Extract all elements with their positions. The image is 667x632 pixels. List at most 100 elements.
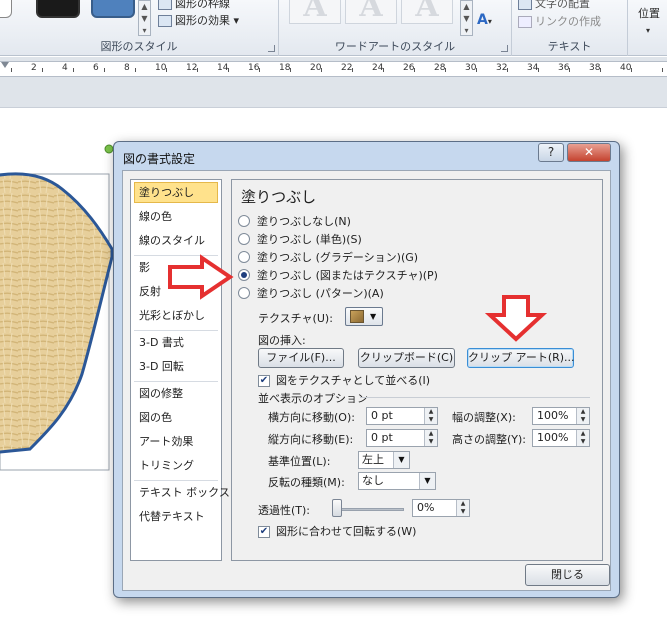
alignment-select[interactable]: 左上 ▼ <box>358 451 410 469</box>
mirror-type-label: 反転の種類(M): <box>268 476 345 489</box>
radio-gradient-fill[interactable] <box>238 251 250 263</box>
texture-label: テクスチャ(U): <box>258 312 333 325</box>
transparency-slider-track[interactable] <box>338 508 404 511</box>
transparency-input[interactable]: 0% ▲ ▼ <box>412 499 470 517</box>
ruler-number: 16 <box>248 63 260 73</box>
close-x-button[interactable]: ✕ <box>567 143 611 162</box>
text-group-label: テキスト <box>547 40 592 53</box>
fill-option-picture-texture[interactable]: 塗りつぶし (図またはテクスチャ)(P) <box>238 267 438 283</box>
spinner-arrows-icon[interactable]: ▲ ▼ <box>424 408 437 424</box>
clipart-button[interactable]: クリップ アート(R)... <box>467 348 575 368</box>
mirror-type-select[interactable]: なし ▼ <box>358 472 436 490</box>
file-button[interactable]: ファイル(F)... <box>258 348 344 368</box>
ruler-number: 4 <box>62 63 68 73</box>
ribbon-group-text: 文字の配置 リンクの作成 テキスト <box>512 0 628 56</box>
category-alt-text[interactable]: 代替テキスト <box>134 506 218 527</box>
category-line-color[interactable]: 線の色 <box>134 206 218 227</box>
horizontal-ruler[interactable]: 2 4 6 8 10 12 14 16 18 20 22 24 26 28 30 32 34 36 38 40 <box>0 61 667 77</box>
ruler-tick <box>42 68 43 72</box>
scale-y-input[interactable]: 100% ▲ ▼ <box>532 429 590 447</box>
scale-y-label: 高さの調整(Y): <box>452 433 527 446</box>
shape-style-swatch-white[interactable] <box>0 0 12 18</box>
ruler-number: 22 <box>341 63 353 73</box>
rotate-with-shape-row[interactable]: ✔ 図形に合わせて回転する(W) <box>258 523 416 539</box>
radio-no-fill[interactable] <box>238 215 250 227</box>
category-3d-format[interactable]: 3-D 書式 <box>134 332 218 353</box>
wordart-styles-launcher-icon[interactable] <box>501 45 508 52</box>
indent-marker-icon[interactable] <box>1 62 9 68</box>
scale-x-label: 幅の調整(X): <box>452 411 516 424</box>
category-picture-corrections[interactable]: 図の修整 <box>134 383 218 404</box>
spinner-arrows-icon[interactable]: ▲ ▼ <box>576 408 589 424</box>
fill-option-gradient[interactable]: 塗りつぶし (グラデーション)(G) <box>238 249 418 265</box>
shape-style-swatch-black[interactable] <box>36 0 80 18</box>
wordart-style-3[interactable]: A <box>401 0 453 24</box>
wordart-gallery-scroll[interactable]: ▲ ▼ ▾ <box>460 0 473 36</box>
fill-option-pattern[interactable]: 塗りつぶし (パターン)(A) <box>238 285 384 301</box>
fill-option-none[interactable]: 塗りつぶしなし(N) <box>238 213 351 229</box>
ruler-number: 24 <box>372 63 384 73</box>
section-divider <box>360 397 590 398</box>
ribbon-group-wordart-styles: A A A ▲ ▼ ▾ A▾ ワードアートのスタイル <box>279 0 512 56</box>
shape-outline-command[interactable]: 図形の枠線 <box>158 0 230 11</box>
category-separator <box>134 330 218 331</box>
category-list: 塗りつぶし 線の色 線のスタイル 影 反射 光彩とぼかし 3-D 書式 3-D … <box>130 179 230 561</box>
category-3d-rotation[interactable]: 3-D 回転 <box>134 356 218 377</box>
format-picture-dialog: 図の書式設定 ? ✕ 塗りつぶし 線の色 線のスタイル 影 反射 光彩とぼかし … <box>113 141 620 598</box>
ruler-number: 6 <box>93 63 99 73</box>
rotate-with-shape-checkbox[interactable]: ✔ <box>258 526 270 538</box>
red-right-arrow-icon <box>168 254 234 300</box>
position-command[interactable]: 位置 <box>638 5 660 21</box>
ruler-number: 32 <box>496 63 508 73</box>
category-text-box[interactable]: テキスト ボックス <box>134 482 230 503</box>
radio-solid-fill[interactable] <box>238 233 250 245</box>
spinner-arrows-icon[interactable]: ▲ ▼ <box>424 430 437 446</box>
red-down-arrow-icon <box>484 295 548 342</box>
shape-style-gallery-scroll[interactable]: ▲ ▼ ▾ <box>138 0 151 36</box>
rotation-handle-icon[interactable] <box>104 144 114 154</box>
category-line-style[interactable]: 線のスタイル <box>134 230 218 251</box>
ruler-number: 18 <box>279 63 291 73</box>
close-icon: ✕ <box>583 145 595 159</box>
shape-outline-icon <box>158 0 172 10</box>
shape-styles-launcher-icon[interactable] <box>268 45 275 52</box>
category-crop[interactable]: トリミング <box>134 455 218 476</box>
chevron-down-icon: ▼ <box>419 473 435 489</box>
clipboard-button[interactable]: クリップボード(C) <box>358 348 455 368</box>
text-effects-a-icon[interactable]: A▾ <box>477 12 492 28</box>
radio-picture-texture-fill[interactable] <box>238 269 250 281</box>
shape-style-swatch-blue[interactable] <box>91 0 135 18</box>
wordart-style-1[interactable]: A <box>289 0 341 24</box>
spinner-arrows-icon[interactable]: ▲ ▼ <box>576 430 589 446</box>
category-picture-color[interactable]: 図の色 <box>134 407 218 428</box>
tile-checkbox-row[interactable]: ✔ 図をテクスチャとして並べる(I) <box>258 372 430 388</box>
close-button[interactable]: 閉じる <box>525 564 610 586</box>
category-glow-soft-edges[interactable]: 光彩とぼかし <box>134 305 218 326</box>
shape-effects-command[interactable]: 図形の効果 ▾ <box>158 12 239 28</box>
radio-pattern-fill[interactable] <box>238 287 250 299</box>
texture-dropdown[interactable]: ▼ <box>345 307 383 326</box>
fill-option-solid[interactable]: 塗りつぶし (単色)(S) <box>238 231 362 247</box>
category-separator <box>134 480 218 481</box>
text-align-command[interactable]: 文字の配置 <box>518 0 590 11</box>
alignment-label: 基準位置(L): <box>268 455 331 468</box>
ruler-number: 40 <box>620 63 632 73</box>
ruler-number: 14 <box>217 63 229 73</box>
ribbon-group-shape-styles: ▲ ▼ ▾ 図形の枠線 図形の効果 ▾ 図形のスタイル <box>0 0 279 56</box>
ruler-number: 12 <box>186 63 198 73</box>
offset-y-input[interactable]: 0 pt ▲ ▼ <box>366 429 438 447</box>
wordart-style-2[interactable]: A <box>345 0 397 24</box>
chevron-down-icon: ▼ <box>370 312 377 321</box>
ruler-number: 28 <box>434 63 446 73</box>
help-button[interactable]: ? <box>538 143 564 162</box>
tile-checkbox[interactable]: ✔ <box>258 375 270 387</box>
spinner-arrows-icon[interactable]: ▲ ▼ <box>456 500 469 516</box>
offset-x-label: 横方向に移動(O): <box>268 411 355 424</box>
category-fill[interactable]: 塗りつぶし <box>134 182 218 203</box>
offset-x-input[interactable]: 0 pt ▲ ▼ <box>366 407 438 425</box>
category-artistic-effects[interactable]: アート効果 <box>134 431 218 452</box>
transparency-slider-thumb[interactable] <box>332 499 342 517</box>
create-link-command[interactable]: リンクの作成 <box>518 13 601 29</box>
scale-x-input[interactable]: 100% ▲ ▼ <box>532 407 590 425</box>
heart-shape[interactable] <box>0 109 130 479</box>
